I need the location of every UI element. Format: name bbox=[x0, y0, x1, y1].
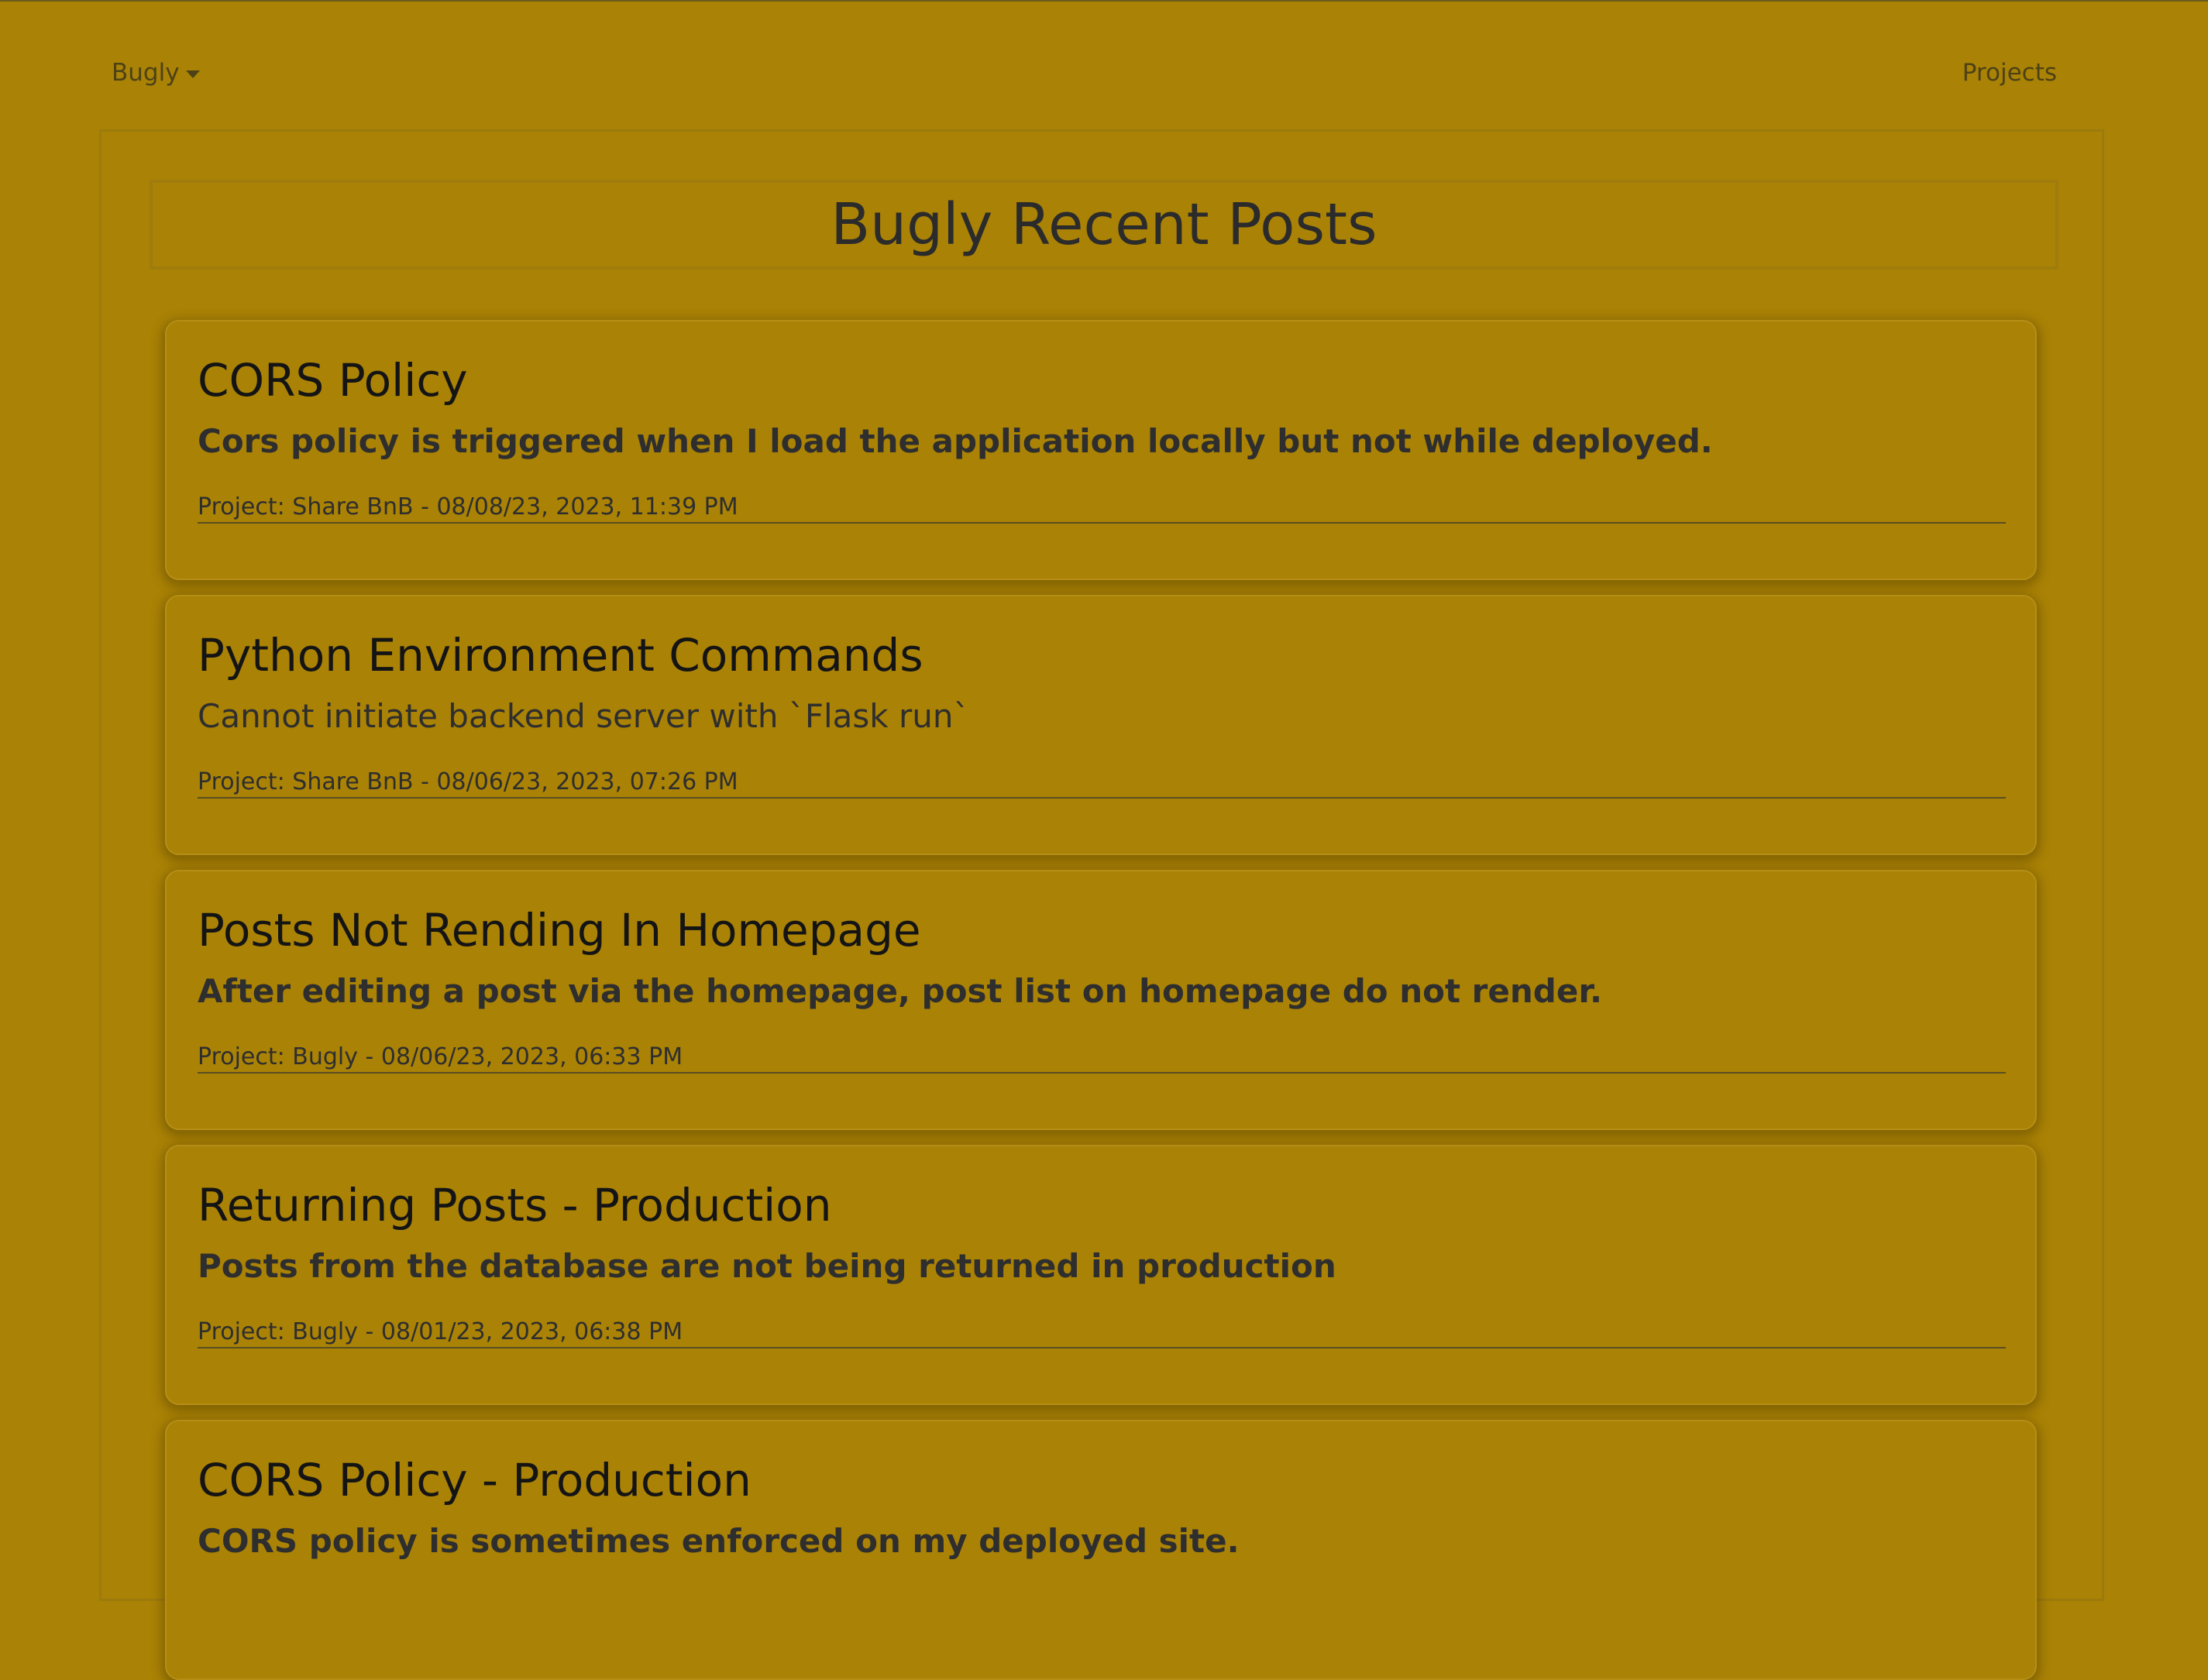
post-meta: Project: Bugly - 08/01/23, 2023, 06:38 P… bbox=[198, 1318, 2006, 1348]
post-card[interactable]: CORS Policy - Production CORS policy is … bbox=[165, 1420, 2037, 1680]
top-navbar: Bugly Projects bbox=[0, 2, 2208, 133]
post-meta: Project: Share BnB - 08/06/23, 2023, 07:… bbox=[198, 768, 2006, 799]
post-title: CORS Policy bbox=[198, 354, 468, 407]
caret-down-icon bbox=[185, 70, 200, 78]
post-description: After editing a post via the homepage, p… bbox=[198, 972, 1603, 1010]
post-meta: Project: Bugly - 08/06/23, 2023, 06:33 P… bbox=[198, 1043, 2006, 1074]
post-card[interactable]: Posts Not Rending In Homepage After edit… bbox=[165, 870, 2037, 1130]
projects-link[interactable]: Projects bbox=[1962, 59, 2057, 87]
post-title: Posts Not Rending In Homepage bbox=[198, 904, 921, 957]
post-card[interactable]: Python Environment Commands Cannot initi… bbox=[165, 595, 2037, 855]
post-description: Posts from the database are not being re… bbox=[198, 1247, 1336, 1285]
post-meta: Project: Share BnB - 08/08/23, 2023, 11:… bbox=[198, 493, 2006, 524]
post-description: Cors policy is triggered when I load the… bbox=[198, 422, 1713, 460]
page-title: Bugly Recent Posts bbox=[831, 191, 1377, 258]
brand-label: Bugly bbox=[112, 59, 180, 87]
brand-dropdown[interactable]: Bugly bbox=[112, 59, 200, 87]
page-header: Bugly Recent Posts bbox=[150, 180, 2058, 270]
posts-container: Bugly Recent Posts CORS Policy Cors poli… bbox=[99, 129, 2104, 1680]
post-description: CORS policy is sometimes enforced on my … bbox=[198, 1522, 1240, 1560]
post-card[interactable]: Returning Posts - Production Posts from … bbox=[165, 1145, 2037, 1405]
post-description: Cannot initiate backend server with `Fla… bbox=[198, 697, 970, 735]
post-title: Returning Posts - Production bbox=[198, 1179, 832, 1232]
post-title: CORS Policy - Production bbox=[198, 1454, 751, 1507]
post-card[interactable]: CORS Policy Cors policy is triggered whe… bbox=[165, 320, 2037, 580]
post-title: Python Environment Commands bbox=[198, 629, 923, 682]
